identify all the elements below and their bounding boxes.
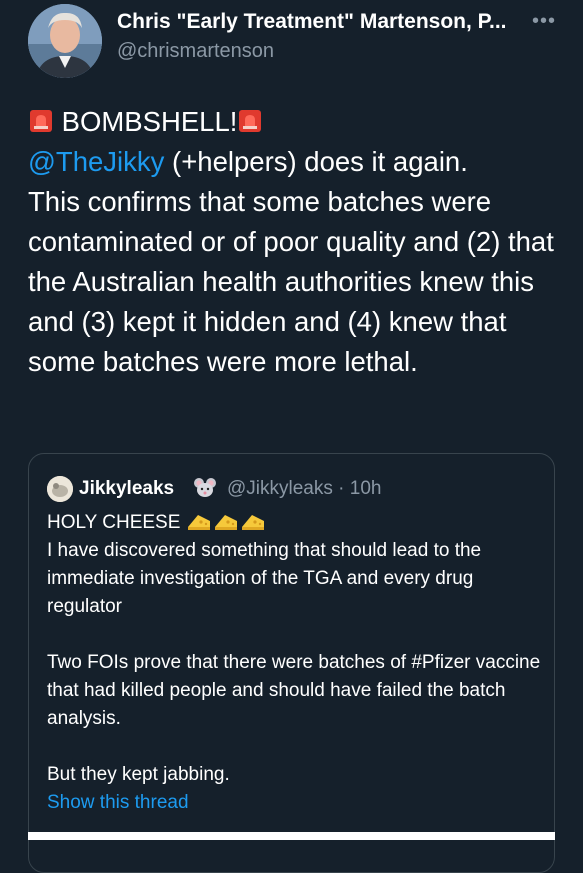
tweet-headline: BOMBSHELL! — [54, 106, 238, 137]
quoted-paragraph-1: I have discovered something that should … — [47, 540, 482, 617]
author-handle[interactable]: @chrismartenson — [117, 40, 274, 63]
show-thread-link[interactable]: Show this thread — [47, 789, 542, 817]
tweet-header: Chris "Early Treatment" Martenson, P... … — [0, 0, 583, 90]
tweet-body: This confirms that some batches were con… — [28, 186, 554, 377]
cheese-icon — [187, 515, 210, 530]
quoted-body: HOLY CHEESE I have discovered something … — [47, 509, 542, 817]
more-horizontal-icon[interactable]: ••• — [532, 10, 556, 33]
paragraph-spacer — [47, 621, 542, 649]
cheese-icon — [214, 515, 237, 530]
quoted-paragraph-2: Two FOIs prove that there were batches o… — [47, 652, 541, 729]
paragraph-spacer — [47, 733, 542, 761]
quoted-author-name[interactable]: Jikkyleaks — [79, 478, 174, 500]
quoted-avatar[interactable] — [47, 476, 73, 502]
tweet-line-rest: (+helpers) does it again. — [164, 146, 468, 177]
quoted-line1: HOLY CHEESE — [47, 512, 186, 533]
quoted-handle-time[interactable]: @Jikkyleaks · 10h — [227, 478, 381, 500]
cheese-icon — [241, 515, 264, 530]
next-card-edge — [28, 832, 555, 840]
police-light-icon — [30, 110, 52, 132]
mouse-icon — [194, 478, 216, 497]
quoted-paragraph-3: But they kept jabbing. — [47, 764, 230, 785]
author-name[interactable]: Chris "Early Treatment" Martenson, P... — [117, 10, 527, 34]
police-light-icon — [239, 110, 262, 132]
tweet-text: BOMBSHELL! @TheJikky (+helpers) does it … — [28, 102, 568, 382]
author-avatar[interactable] — [28, 4, 102, 78]
mention-link[interactable]: @TheJikky — [28, 146, 164, 177]
quoted-tweet[interactable]: Jikkyleaks @Jikkyleaks · 10h HOLY CHEESE… — [28, 453, 555, 873]
